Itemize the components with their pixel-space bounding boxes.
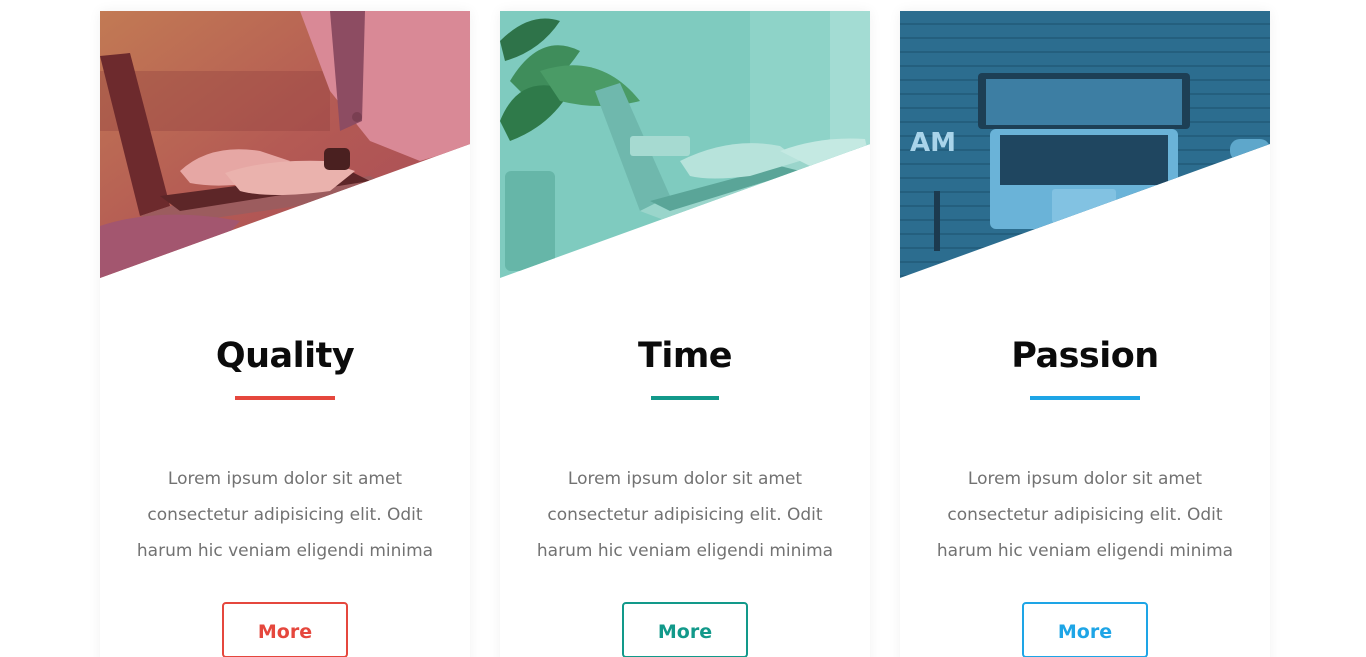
svg-text:AM: AM <box>910 128 956 158</box>
card-description-line: Lorem ipsum dolor sit amet <box>567 469 803 489</box>
more-button-time[interactable]: More <box>622 602 748 657</box>
card-image-typing-laptop <box>100 11 470 278</box>
card-image-laptop-plant <box>500 11 870 278</box>
feature-card-quality: Quality Lorem ipsum dolor sit amet conse… <box>100 11 470 657</box>
title-underline <box>1030 396 1140 400</box>
feature-card-passion: AM Passion Lorem ipsum dolor sit amet co… <box>900 11 1270 657</box>
card-description-line: Lorem ipsum dolor sit amet <box>967 469 1203 489</box>
card-description-line: consectetur adipisicing elit. Odit <box>547 505 823 525</box>
card-description-line: consectetur adipisicing elit. Odit <box>147 505 423 525</box>
card-description-line: consectetur adipisicing elit. Odit <box>947 505 1223 525</box>
card-title: Time <box>637 336 733 376</box>
card-description-line: harum hic veniam eligendi minima <box>936 541 1234 561</box>
feature-card-time: Time Lorem ipsum dolor sit amet consecte… <box>500 11 870 657</box>
more-button-passion[interactable]: More <box>1022 602 1148 657</box>
more-button-quality[interactable]: More <box>222 602 348 657</box>
feature-cards: Quality Lorem ipsum dolor sit amet conse… <box>0 0 1366 657</box>
card-description-line: harum hic veniam eligendi minima <box>136 541 434 561</box>
title-underline <box>235 396 335 400</box>
card-description-line: Lorem ipsum dolor sit amet <box>167 469 403 489</box>
card-description: Lorem ipsum dolor sit amet consectetur a… <box>530 461 840 569</box>
card-title: Quality <box>215 336 355 376</box>
card-description: Lorem ipsum dolor sit amet consectetur a… <box>130 461 440 569</box>
card-description-line: harum hic veniam eligendi minima <box>536 541 834 561</box>
card-image-laptop-desk: AM <box>900 11 1270 278</box>
card-description: Lorem ipsum dolor sit amet consectetur a… <box>930 461 1240 569</box>
card-title: Passion <box>1011 336 1159 376</box>
title-underline <box>651 396 719 400</box>
